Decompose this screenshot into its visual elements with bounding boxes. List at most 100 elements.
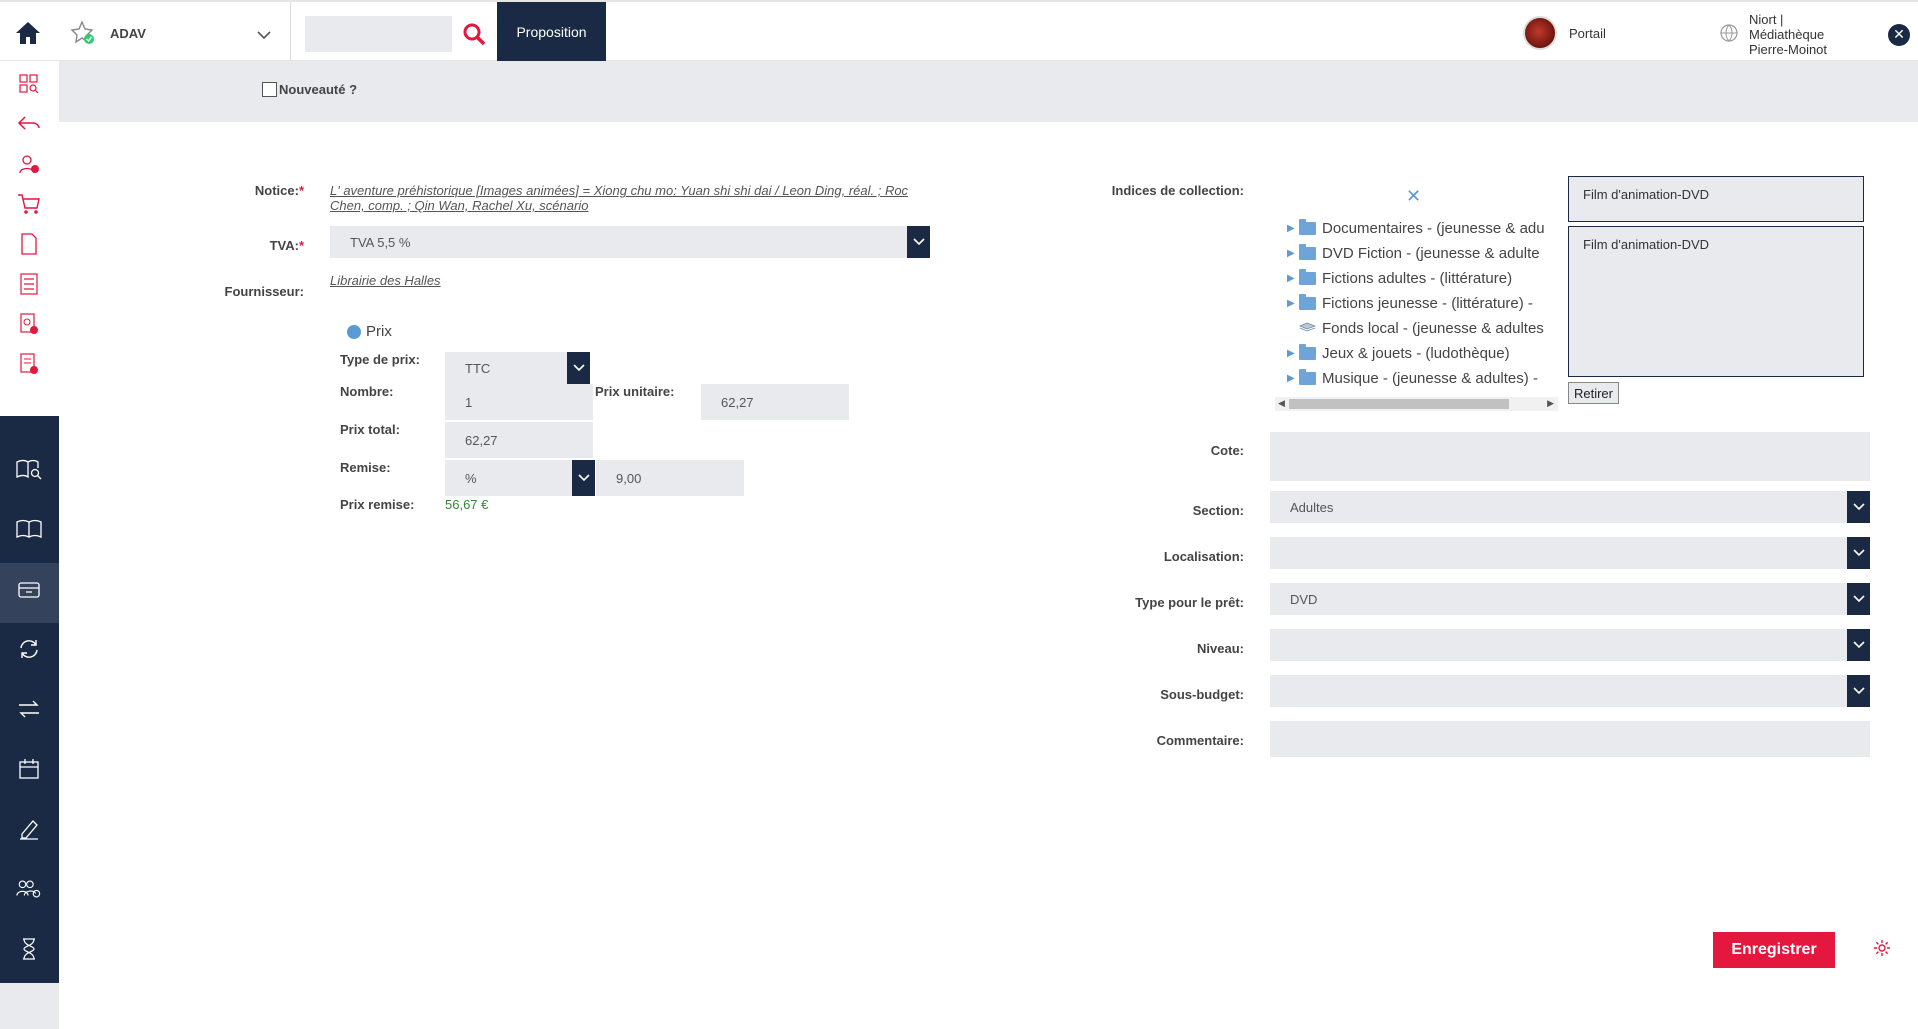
sync-icon[interactable] <box>16 636 42 662</box>
section-value: Adultes <box>1290 499 1334 515</box>
portail-logo[interactable] <box>1523 16 1557 50</box>
search-input[interactable] <box>305 16 452 52</box>
close-icon[interactable]: ✕ <box>1888 24 1910 46</box>
prix-unitaire-value: 62,27 <box>721 394 754 410</box>
niveau-select[interactable] <box>1270 629 1870 661</box>
expand-icon[interactable]: ▶ <box>1275 373 1295 384</box>
cote-input[interactable] <box>1270 432 1870 481</box>
library-selector[interactable]: Niort | Médiathèque Pierre-Moinot <box>1749 12 1869 57</box>
nouveaute-label: Nouveauté ? <box>279 82 358 97</box>
niveau-label: Niveau: <box>1197 641 1244 656</box>
collapse-up-icon[interactable] <box>347 324 361 339</box>
expand-icon[interactable]: ▶ <box>1275 223 1295 234</box>
expand-icon[interactable]: ▶ <box>1275 298 1295 309</box>
prix-unitaire-input[interactable]: 62,27 <box>701 384 849 420</box>
folder-icon <box>1299 368 1316 385</box>
star-check-icon[interactable] <box>70 20 96 51</box>
sidebar-footer <box>0 983 59 1029</box>
tree-item[interactable]: ▶ Jeux & jouets - (ludothèque) <box>1275 341 1510 365</box>
calendar-icon[interactable] <box>16 756 42 782</box>
expand-icon[interactable]: ▶ <box>1275 248 1295 259</box>
collection-tree[interactable]: ▶ Documentaires - (jeunesse & adu ▶ DVD Fi… <box>1275 216 1558 413</box>
prix-toggle-label: Prix <box>366 323 392 340</box>
commentaire-input[interactable] <box>1270 721 1870 757</box>
gear-icon[interactable] <box>1873 939 1891 962</box>
note-alert-icon[interactable] <box>16 351 42 377</box>
open-book-icon[interactable] <box>16 516 42 542</box>
tree-item[interactable]: ▶ Fictions jeunesse - (littérature) - <box>1275 291 1533 315</box>
dashboard-search-icon[interactable] <box>16 71 42 97</box>
type-prix-select[interactable]: TTC <box>445 352 590 384</box>
scroll-left-icon[interactable]: ◀ <box>1278 398 1285 409</box>
tree-item[interactable]: ▶ DVD Fiction - (jeunesse & adulte <box>1275 241 1540 265</box>
workspace-name[interactable]: ADAV <box>110 26 146 41</box>
signature-pen-icon[interactable] <box>16 816 42 842</box>
document-icon[interactable] <box>16 231 42 257</box>
remise-type-select[interactable]: % <box>445 460 595 496</box>
globe-icon <box>1720 24 1738 47</box>
nouveaute-checkbox[interactable] <box>262 82 277 97</box>
library-line: Niort | <box>1749 12 1784 27</box>
users-settings-icon[interactable] <box>16 876 42 902</box>
book-search-icon[interactable] <box>16 456 42 482</box>
undo-arrow-icon[interactable] <box>16 111 42 137</box>
library-line: Médiathèque <box>1749 27 1825 42</box>
tree-item[interactable]: Fonds local - (jeunesse & adultes <box>1275 316 1544 340</box>
chevron-down-icon[interactable] <box>257 27 271 45</box>
home-icon[interactable] <box>14 20 44 46</box>
tree-item[interactable]: ▶ Documentaires - (jeunesse & adu <box>1275 216 1545 240</box>
sous-budget-select[interactable] <box>1270 675 1870 707</box>
media-alert-icon[interactable] <box>16 311 42 337</box>
scroll-thumb[interactable] <box>1289 399 1509 409</box>
type-prix-label: Type de prix: <box>340 352 420 367</box>
required-mark: * <box>298 238 304 253</box>
chevron-down-icon[interactable] <box>567 352 590 384</box>
expand-icon[interactable]: ▶ <box>1275 273 1295 284</box>
folder-icon <box>1299 343 1316 360</box>
search-icon[interactable] <box>462 22 486 51</box>
retirer-button[interactable]: Retirer <box>1568 382 1619 404</box>
indices-label: Indices de collection: <box>1111 183 1244 198</box>
tree-scrollbar[interactable]: ◀ ▶ <box>1275 397 1558 411</box>
chevron-down-icon[interactable] <box>1847 491 1870 523</box>
transfer-arrows-icon[interactable] <box>16 696 42 722</box>
clear-icon[interactable]: ✕ <box>1406 186 1421 207</box>
tree-item-label: Documentaires - (jeunesse & adu <box>1322 219 1545 237</box>
inbox-icon[interactable] <box>16 577 42 603</box>
portail-link[interactable]: Portail <box>1569 26 1606 41</box>
section-select[interactable]: Adultes <box>1270 491 1870 523</box>
notice-link[interactable]: L' aventure préhistorique [Images animée… <box>330 183 930 213</box>
prix-total-input[interactable]: 62,27 <box>445 422 593 458</box>
hourglass-icon[interactable] <box>16 936 42 962</box>
tree-item[interactable]: ▶ Fictions adultes - (littérature) <box>1275 266 1512 290</box>
tree-item[interactable]: ▶ Musique - (jeunesse & adultes) - <box>1275 366 1538 390</box>
checklist-icon[interactable] <box>16 271 42 297</box>
save-button[interactable]: Enregistrer <box>1713 932 1835 968</box>
chevron-down-icon[interactable] <box>1847 675 1870 707</box>
selected-index-box[interactable]: Film d'animation-DVD <box>1568 176 1864 222</box>
prix-section-toggle[interactable]: Prix <box>347 323 392 340</box>
chevron-down-icon[interactable] <box>572 460 595 496</box>
tva-label: TVA:* <box>200 238 304 253</box>
remise-value-input[interactable]: 9,00 <box>596 460 744 496</box>
proposition-button[interactable]: Proposition <box>497 2 606 62</box>
scroll-right-icon[interactable]: ▶ <box>1547 398 1554 409</box>
divider <box>290 2 291 62</box>
tree-item-label: DVD Fiction - (jeunesse & adulte <box>1322 244 1540 262</box>
fournisseur-label: Fournisseur: <box>224 284 304 299</box>
user-alert-icon[interactable] <box>16 151 42 177</box>
chevron-down-icon[interactable] <box>907 226 930 258</box>
chevron-down-icon[interactable] <box>1847 583 1870 615</box>
chevron-down-icon[interactable] <box>1847 629 1870 661</box>
stack-icon <box>1298 320 1317 337</box>
chevron-down-icon[interactable] <box>1847 537 1870 569</box>
localisation-select[interactable] <box>1270 537 1870 569</box>
sidebar-top-section <box>0 61 59 416</box>
tva-select[interactable]: TVA 5,5 % <box>330 226 930 258</box>
selected-index-list[interactable]: Film d'animation-DVD <box>1568 226 1864 377</box>
nombre-input[interactable]: 1 <box>445 384 593 420</box>
cart-icon[interactable] <box>16 191 42 217</box>
type-pret-select[interactable]: DVD <box>1270 583 1870 615</box>
fournisseur-link[interactable]: Librairie des Halles <box>330 273 441 288</box>
expand-icon[interactable]: ▶ <box>1275 348 1295 359</box>
